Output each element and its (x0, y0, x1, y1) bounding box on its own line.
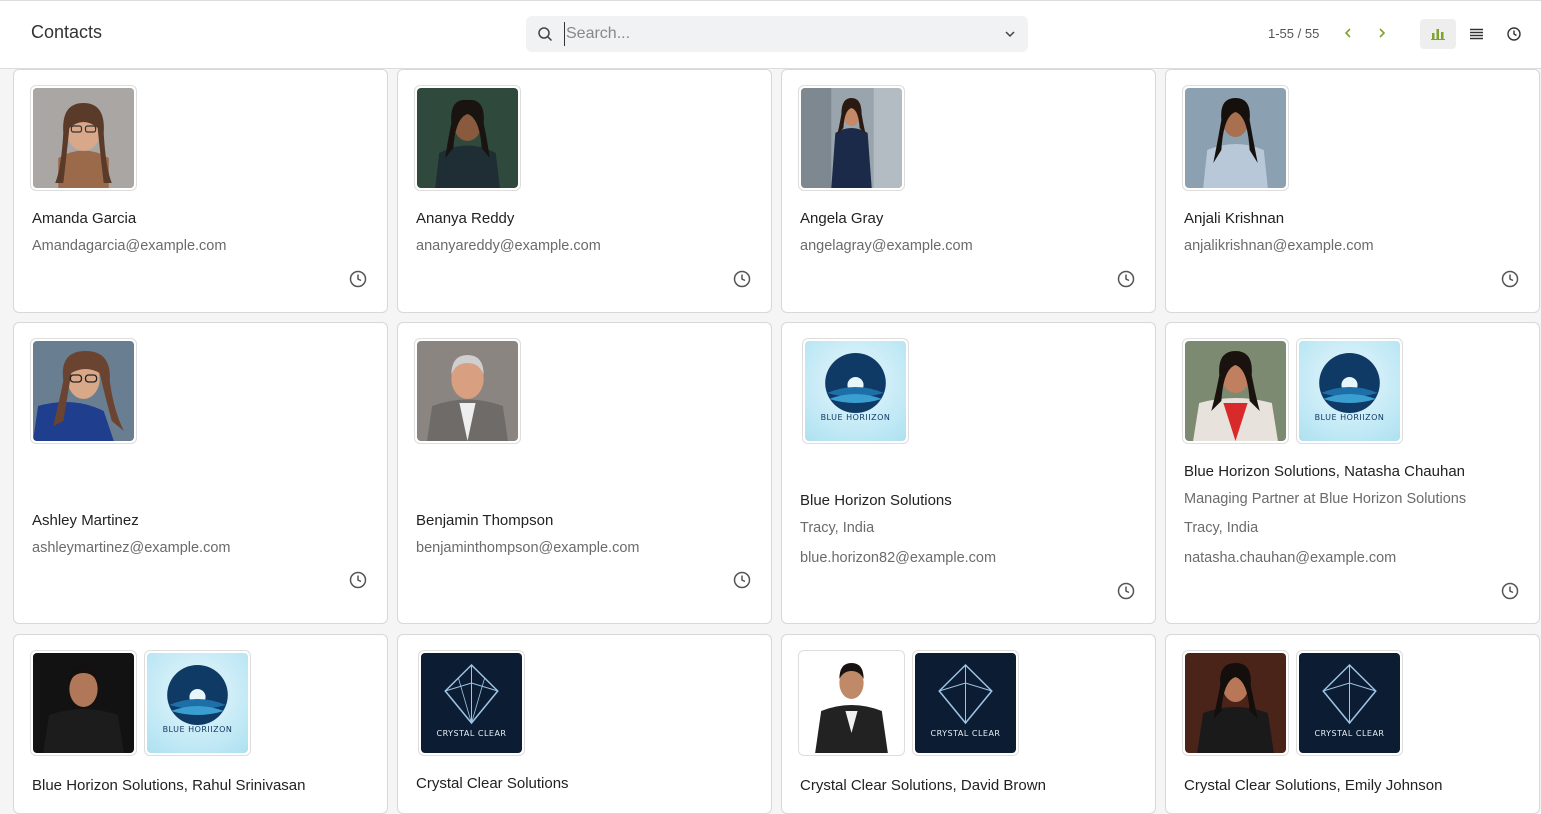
view-activity-button[interactable] (1496, 19, 1532, 49)
avatar (798, 85, 905, 191)
chevron-right-icon (1379, 28, 1386, 38)
contact-email: anjalikrishnan@example.com (1184, 238, 1374, 254)
chevron-down-icon[interactable] (1004, 28, 1016, 40)
search-input[interactable] (564, 22, 984, 46)
clock-icon[interactable] (733, 270, 751, 288)
company-logo: CRYSTAL CLEAR (1296, 650, 1403, 756)
clock-icon[interactable] (1501, 582, 1519, 600)
contact-name: Crystal Clear Solutions, David Brown (800, 777, 1046, 794)
contact-name: Ananya Reddy (416, 210, 515, 227)
view-kanban-button[interactable] (1420, 19, 1456, 49)
contact-name: Benjamin Thompson (416, 512, 554, 529)
company-logo: CRYSTAL CLEAR (912, 650, 1019, 756)
logo-text: BLUE HORIIZON (162, 725, 233, 734)
kanban-card[interactable]: Amanda Garcia Amandagarcia@example.com (13, 69, 388, 313)
pager-previous-button[interactable] (1338, 23, 1358, 43)
list-icon (1469, 28, 1483, 40)
kanban-card[interactable]: Angela Gray angelagray@example.com (781, 69, 1156, 313)
search-bar[interactable] (526, 16, 1028, 52)
avatar (798, 650, 905, 756)
kanban-card[interactable]: Benjamin Thompson benjaminthompson@examp… (397, 322, 772, 624)
kanban-card[interactable]: CRYSTAL CLEAR Crystal Clear Solutions, D… (781, 634, 1156, 814)
contact-name: Blue Horizon Solutions, Natasha Chauhan (1184, 463, 1466, 480)
logo-text: CRYSTAL CLEAR (930, 729, 1001, 738)
clock-icon[interactable] (1501, 270, 1519, 288)
logo-text: CRYSTAL CLEAR (436, 729, 507, 738)
search-icon (538, 27, 553, 42)
contact-name: Crystal Clear Solutions (416, 775, 569, 792)
logo-text: CRYSTAL CLEAR (1314, 729, 1385, 738)
clock-icon[interactable] (733, 571, 751, 589)
avatar (1182, 650, 1289, 756)
clock-icon[interactable] (1117, 582, 1135, 600)
kanban-card[interactable]: BLUE HORIIZON Blue Horizon Solutions, Ra… (13, 634, 388, 814)
contact-email: ashleymartinez@example.com (32, 540, 231, 556)
contact-email: ananyareddy@example.com (416, 238, 601, 254)
contact-email: benjaminthompson@example.com (416, 540, 640, 556)
kanban-card[interactable]: CRYSTAL CLEAR Crystal Clear Solutions, E… (1165, 634, 1540, 814)
logo-text: BLUE HORIIZON (1314, 413, 1385, 422)
clock-icon (1507, 27, 1521, 41)
contact-name: Blue Horizon Solutions (800, 492, 952, 509)
company-logo: BLUE HORIIZON (1296, 338, 1403, 444)
clock-icon[interactable] (349, 571, 367, 589)
clock-icon[interactable] (1117, 270, 1135, 288)
kanban-card[interactable]: Anjali Krishnan anjalikrishnan@example.c… (1165, 69, 1540, 313)
contact-name: Anjali Krishnan (1184, 210, 1285, 227)
contact-name: Angela Gray (800, 210, 884, 227)
company-logo: CRYSTAL CLEAR (418, 650, 525, 756)
contact-name: Crystal Clear Solutions, Emily Johnson (1184, 777, 1443, 794)
avatar (30, 650, 137, 756)
avatar (414, 338, 521, 444)
bar-chart-icon (1431, 29, 1445, 40)
kanban-card[interactable]: BLUE HORIIZON Blue Horizon Solutions, Na… (1165, 322, 1540, 624)
avatar (1182, 85, 1289, 191)
contact-email: Amandagarcia@example.com (32, 238, 227, 254)
company-logo: BLUE HORIIZON (144, 650, 251, 756)
kanban-card[interactable]: CRYSTAL CLEAR Crystal Clear Solutions (397, 634, 772, 814)
avatar (1182, 338, 1289, 444)
page-title: Contacts (31, 22, 103, 42)
contact-location: Tracy, India (800, 520, 875, 536)
contact-location: Tracy, India (1184, 520, 1259, 536)
contact-job-title: Managing Partner at Blue Horizon Solutio… (1184, 491, 1467, 507)
view-list-button[interactable] (1458, 19, 1494, 49)
contact-email: angelagray@example.com (800, 238, 973, 254)
company-logo: BLUE HORIIZON (802, 338, 909, 444)
control-panel: Contacts 1-55 / 55 (0, 0, 1541, 69)
avatar (30, 85, 137, 191)
logo-text: BLUE HORIIZON (820, 413, 891, 422)
clock-icon[interactable] (349, 270, 367, 288)
pager-value[interactable]: 1-55 / 55 (1268, 26, 1319, 41)
kanban-card[interactable]: BLUE HORIIZON Blue Horizon Solutions Tra… (781, 322, 1156, 624)
kanban-card[interactable]: Ashley Martinez ashleymartinez@example.c… (13, 322, 388, 624)
kanban-card[interactable]: Ananya Reddy ananyareddy@example.com (397, 69, 772, 313)
contact-name: Ashley Martinez (32, 512, 139, 529)
contact-email: natasha.chauhan@example.com (1184, 550, 1397, 566)
contact-name: Amanda Garcia (32, 210, 137, 227)
contact-name: Blue Horizon Solutions, Rahul Srinivasan (32, 777, 306, 794)
avatar (30, 338, 137, 444)
contact-email: blue.horizon82@example.com (800, 550, 997, 566)
chevron-left-icon (1344, 28, 1351, 38)
pager-next-button[interactable] (1372, 23, 1392, 43)
avatar (414, 85, 521, 191)
